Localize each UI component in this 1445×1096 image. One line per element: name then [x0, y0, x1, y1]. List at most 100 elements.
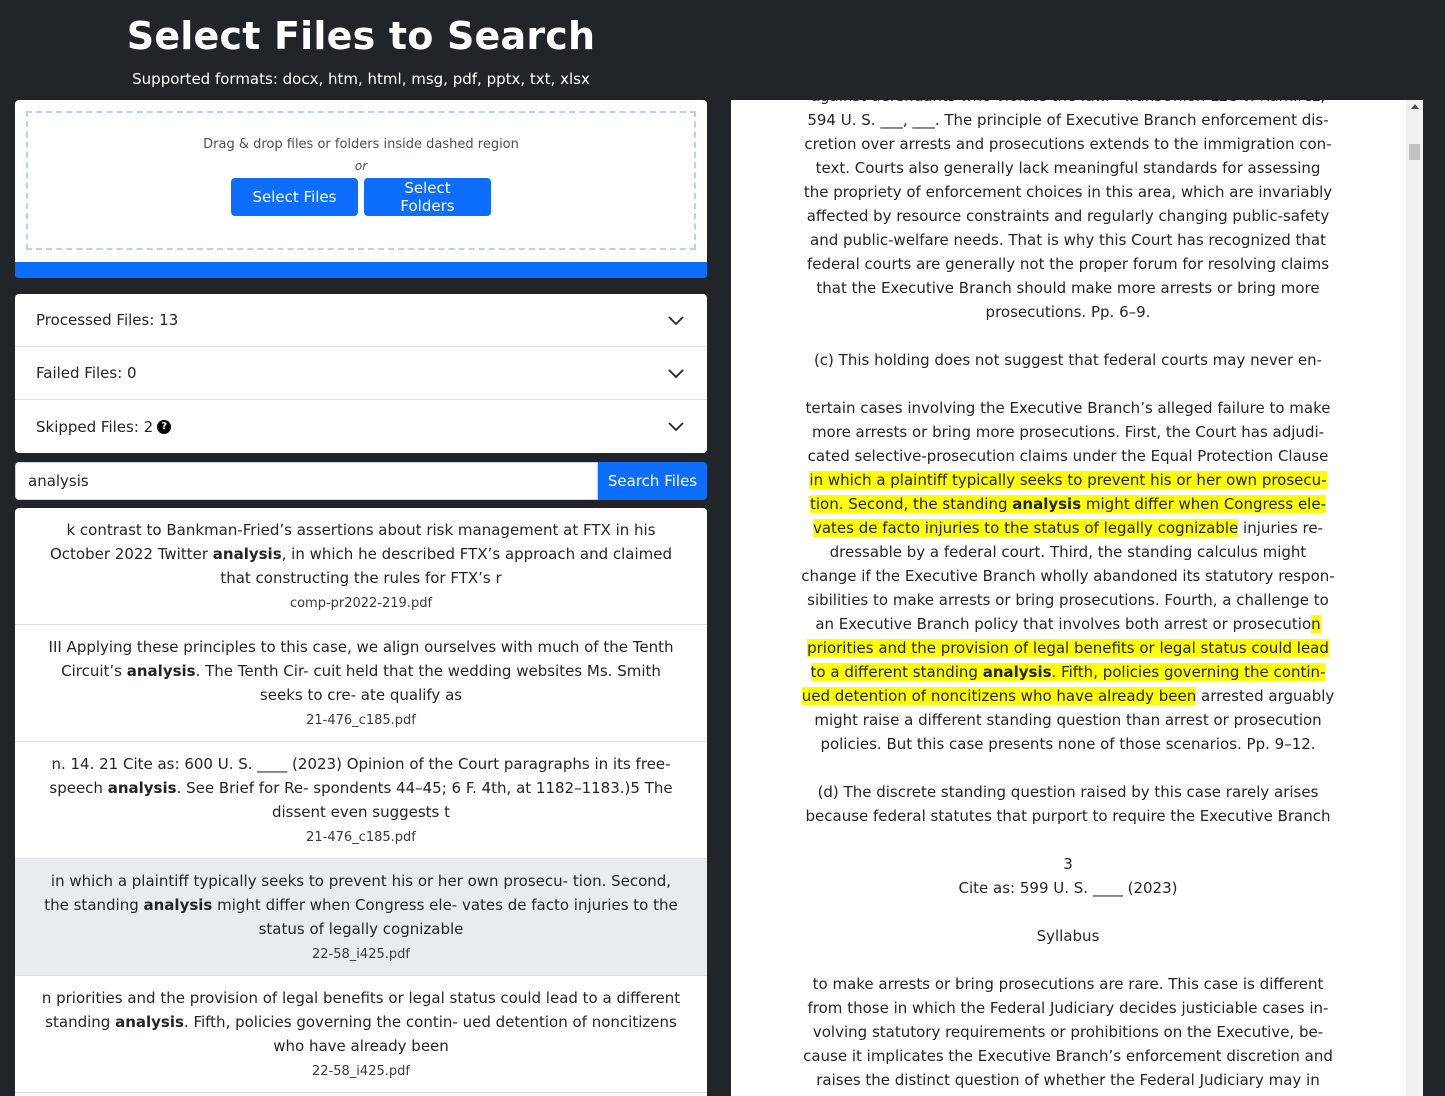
document-line: an Executive Branch policy that involves… — [731, 612, 1405, 636]
document-text-segment: might raise a different standing questio… — [814, 711, 1322, 729]
document-text-segment: cated selective-prosecution claims under… — [807, 447, 1329, 465]
document-line: priorities and the provision of legal be… — [731, 636, 1405, 660]
document-line: text. Courts also generally lack meaning… — [731, 156, 1405, 180]
document-line: federal courts are generally not the pro… — [731, 252, 1405, 276]
result-item[interactable]: n priorities and the provision of legal … — [15, 976, 707, 1093]
document-line: and public-welfare needs. That is why th… — [731, 228, 1405, 252]
select-folders-button[interactable]: Select Folders — [364, 178, 491, 216]
skipped-files-label: Skipped Files: 2 — [36, 417, 154, 436]
document-line: cretion over arrests and prosecutions ex… — [731, 132, 1405, 156]
document-line: Syllabus — [731, 924, 1405, 948]
document-line: to make arrests or bring prosecutions ar… — [731, 972, 1405, 996]
scroll-thumb[interactable] — [1409, 144, 1420, 160]
document-line: from those in which the Federal Judiciar… — [731, 996, 1405, 1020]
document-line: (c) This holding does not suggest that f… — [731, 348, 1405, 372]
document-line: affected by resource constraints and reg… — [731, 204, 1405, 228]
processed-files-label: Processed Files: 13 — [36, 311, 179, 329]
result-item[interactable]: k contrast to Bankman-Fried’s assertions… — [15, 508, 707, 625]
document-text-segment: Cite as: 599 U. S. ____ (2023) — [958, 879, 1178, 897]
page-title: Select Files to Search — [126, 14, 596, 58]
highlighted-text: ued detention of noncitizens who have al… — [801, 687, 1197, 705]
left-panel: Select Files to Search Supported formats… — [15, 0, 707, 1096]
result-snippet: n. 14. 21 Cite as: 600 U. S. ____ (2023)… — [39, 752, 683, 824]
scrollbar[interactable] — [1406, 100, 1423, 1096]
document-line: raises the distinct question of whether … — [731, 1068, 1405, 1092]
document-text-segment: injuries re- — [1238, 519, 1324, 537]
document-line: Cite as: 599 U. S. ____ (2023) — [731, 876, 1405, 900]
help-icon[interactable]: ? — [157, 419, 172, 434]
failed-files-toggle[interactable]: Failed Files: 0 — [15, 347, 707, 400]
document-line: against defendants who violate the law.”… — [731, 100, 1405, 108]
document-text-segment: federal courts are generally not the pro… — [806, 255, 1330, 273]
document-text-segment: from those in which the Federal Judiciar… — [807, 999, 1329, 1017]
result-item[interactable]: in which a plaintiff typically seeks to … — [15, 859, 707, 976]
snippet-text: . See Brief for Re- spondents 44–45; 6 F… — [176, 779, 673, 821]
document-text-segment: to make arrests or bring prosecutions ar… — [812, 975, 1324, 993]
document-text-segment: raises the distinct question of whether … — [816, 1071, 1320, 1089]
result-filename: 22-58_i425.pdf — [312, 947, 410, 962]
highlighted-keyword: analysis — [982, 663, 1052, 681]
scroll-up-arrow-icon[interactable] — [1411, 104, 1419, 109]
snippet-keyword: analysis — [143, 896, 213, 914]
search-input[interactable] — [15, 462, 598, 500]
file-status-accordion: Processed Files: 13 Failed Files: 0 Skip… — [15, 294, 707, 453]
processed-files-toggle[interactable]: Processed Files: 13 — [15, 294, 707, 347]
document-viewer[interactable]: against defendants who violate the law.”… — [731, 100, 1423, 1096]
document-text: against defendants who violate the law.”… — [731, 100, 1405, 1092]
result-item[interactable]: n. 14. 21 Cite as: 600 U. S. ____ (2023)… — [15, 742, 707, 859]
document-text-segment: sibilities to make arrests or bring pros… — [807, 591, 1329, 609]
document-text-segment: 3 — [1063, 855, 1073, 873]
document-line: the propriety of enforcement choices in … — [731, 180, 1405, 204]
drop-instruction: Drag & drop files or folders inside dash… — [203, 137, 519, 152]
document-text-segment: 594 U. S. ___, ___. The principle of Exe… — [807, 111, 1329, 129]
highlighted-text: might differ when Congress ele- — [1081, 495, 1326, 513]
document-text-segment: that the Executive Branch should make mo… — [816, 279, 1320, 297]
highlighted-text: . Fifth, policies governing the contin- — [1051, 663, 1326, 681]
document-line: more arrests or bring more prosecutions.… — [731, 420, 1405, 444]
skipped-files-toggle[interactable]: Skipped Files: 2 ? — [15, 400, 707, 453]
result-filename: comp-pr2022-219.pdf — [289, 596, 433, 611]
document-line: 3 — [731, 852, 1405, 876]
document-line: 594 U. S. ___, ___. The principle of Exe… — [731, 108, 1405, 132]
document-line: tertain cases involving the Executive Br… — [731, 396, 1405, 420]
snippet-keyword: analysis — [212, 545, 282, 563]
document-text-segment: prosecutions. Pp. 6–9. — [985, 303, 1151, 321]
upload-card: Drag & drop files or folders inside dash… — [15, 100, 707, 262]
document-text-segment: change if the Executive Branch wholly ab… — [801, 567, 1335, 585]
snippet-text: . The Tenth Cir- cuit held that the wedd… — [195, 662, 661, 704]
result-snippet: in which a plaintiff typically seeks to … — [39, 869, 683, 941]
document-line: cause it implicates the Executive Branch… — [731, 1044, 1405, 1068]
select-files-button[interactable]: Select Files — [231, 178, 358, 216]
result-filename: 21-476_c185.pdf — [306, 713, 416, 728]
result-item[interactable]: III Applying these principles to this ca… — [15, 625, 707, 742]
document-line: policies. But this case presents none of… — [731, 732, 1405, 756]
search-results-list: k contrast to Bankman-Fried’s assertions… — [15, 508, 707, 1096]
highlighted-text: priorities and the provision of legal be… — [807, 639, 1329, 657]
drop-zone[interactable]: Drag & drop files or folders inside dash… — [26, 111, 696, 250]
result-snippet: k contrast to Bankman-Fried’s assertions… — [39, 518, 683, 590]
highlighted-text: n — [1311, 615, 1321, 633]
document-text-segment: because federal statutes that purport to… — [805, 807, 1331, 825]
document-line: (d) The discrete standing question raise… — [731, 780, 1405, 804]
document-text-segment: more arrests or bring more prosecutions.… — [811, 423, 1325, 441]
document-line: cated selective-prosecution claims under… — [731, 444, 1405, 468]
chevron-down-icon — [668, 422, 684, 432]
drop-or-text: or — [354, 159, 368, 173]
snippet-text: , in which he described FTX’s approach a… — [220, 545, 672, 587]
highlighted-text: to a different standing — [810, 663, 983, 681]
document-line: volving statutory requirements or prohib… — [731, 1020, 1405, 1044]
document-text-segment: the propriety of enforcement choices in … — [803, 183, 1333, 201]
document-line: to a different standing analysis. Fifth,… — [731, 660, 1405, 684]
search-files-button[interactable]: Search Files — [598, 462, 707, 500]
document-line: sibilities to make arrests or bring pros… — [731, 588, 1405, 612]
highlighted-text: in which a plaintiff typically seeks to … — [809, 471, 1327, 489]
chevron-down-icon — [668, 369, 684, 379]
document-text-segment: policies. But this case presents none of… — [820, 735, 1316, 753]
highlighted-text: tion. Second, the standing — [810, 495, 1013, 513]
document-line: in which a plaintiff typically seeks to … — [731, 468, 1405, 492]
supported-formats: Supported formats: docx, htm, html, msg,… — [132, 70, 590, 88]
